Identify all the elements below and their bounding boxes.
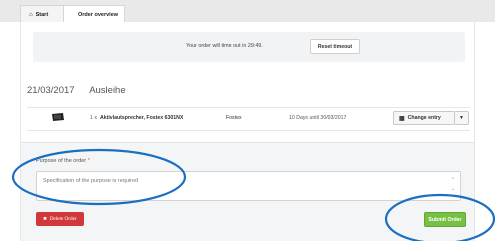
tab-start[interactable]: ⌂ Start — [20, 5, 68, 23]
item-brand: Fostex — [226, 115, 242, 121]
required-mark: * — [87, 158, 90, 164]
purpose-placeholder: Specification of the purpose is required — [43, 178, 139, 184]
divider — [27, 130, 470, 131]
trash-icon: ■ — [43, 216, 47, 222]
purpose-label: Purpose of the order — [36, 158, 87, 164]
change-entry-button[interactable]: ▦ Change entry — [393, 111, 455, 125]
purpose-label-wrap: Purpose of the order * — [36, 158, 90, 164]
delete-order-button[interactable]: ■ Delete Order — [36, 212, 84, 226]
tab-order-overview-label: Order overview — [78, 11, 119, 18]
order-type-label: Ausleihe — [89, 85, 126, 96]
purpose-section: Purpose of the order * Specification of … — [21, 142, 474, 241]
purpose-input[interactable]: Specification of the purpose is required… — [36, 171, 461, 201]
calendar-icon: ▦ — [399, 115, 405, 122]
tab-order-overview[interactable]: Order overview — [63, 5, 125, 23]
caret-down-icon: ▼ — [459, 115, 464, 121]
timeout-message: Your order will time out in 29:49. — [186, 43, 263, 49]
item-period: 10 Days until 30/03/2017 — [289, 115, 347, 121]
timeout-bar: Your order will time out in 29:49. Reset… — [33, 32, 465, 62]
home-icon: ⌂ — [29, 11, 33, 18]
submit-order-button[interactable]: Submit Order — [424, 212, 466, 227]
chevron-down-icon: ⌄ — [450, 186, 456, 192]
speaker-icon — [52, 113, 64, 121]
order-date: 21/03/2017 — [27, 85, 75, 96]
delete-order-label: Delete Order — [49, 216, 77, 222]
textarea-scroll[interactable]: ⌃ ⌄ — [450, 176, 456, 194]
order-panel: Your order will time out in 29:49. Reset… — [20, 22, 475, 241]
tab-bar: ⌂ Start Order overview — [0, 0, 495, 23]
item-quantity: 1 x — [90, 115, 97, 121]
order-group-header: 21/03/2017 Ausleihe — [27, 85, 126, 96]
tab-start-label: Start — [35, 11, 49, 18]
chevron-up-icon: ⌃ — [450, 177, 456, 183]
item-name: Aktivlautsprecher, Fostex 6301NX — [100, 115, 184, 121]
list-item: 1 x Aktivlautsprecher, Fostex 6301NX Fos… — [27, 108, 470, 130]
reset-timeout-button[interactable]: Reset timeout — [310, 39, 360, 54]
change-entry-dropdown[interactable]: ▼ — [455, 111, 469, 125]
change-entry-label: Change entry — [407, 115, 441, 121]
